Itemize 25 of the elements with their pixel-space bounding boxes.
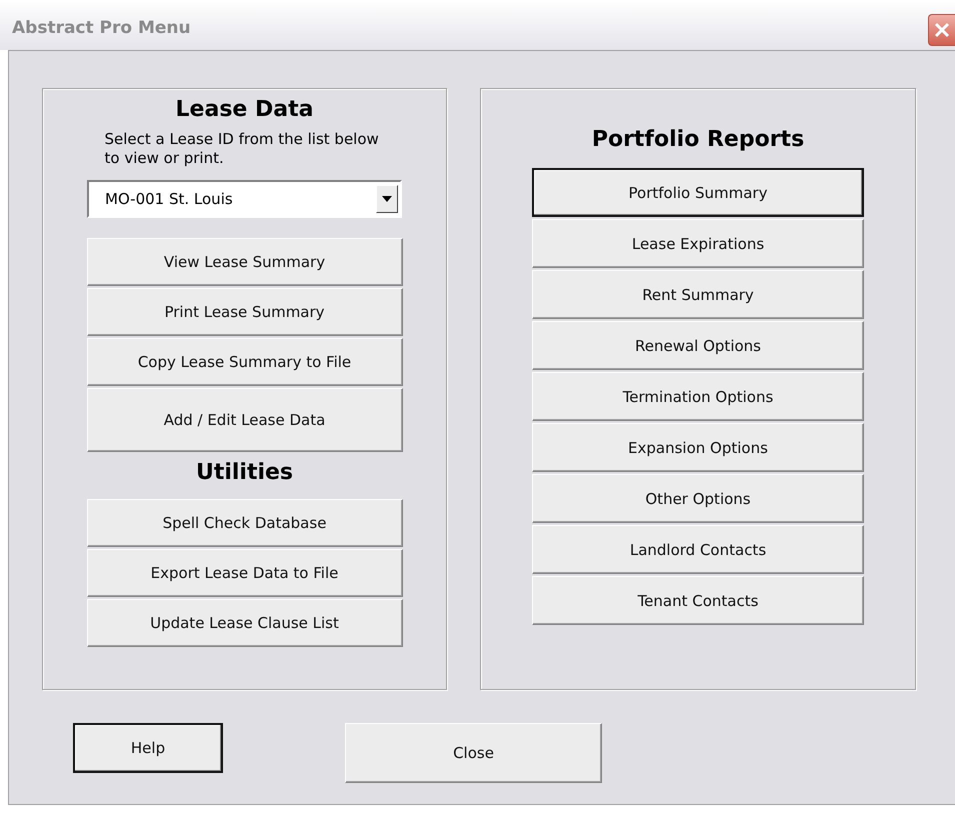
menu-button[interactable]: Expansion Options xyxy=(532,423,864,472)
window-title: Abstract Pro Menu xyxy=(12,18,191,38)
close-icon[interactable] xyxy=(928,14,955,46)
menu-button[interactable]: Close xyxy=(345,723,602,783)
section-heading: Utilities xyxy=(196,460,294,485)
menu-button[interactable]: Print Lease Summary xyxy=(86,288,402,336)
menu-button[interactable]: Rent Summary xyxy=(532,270,864,319)
section-heading: Portfolio Reports xyxy=(592,127,804,152)
menu-button[interactable]: Tenant Contacts xyxy=(532,576,864,625)
menu-button[interactable]: Add / Edit Lease Data xyxy=(86,388,402,452)
menu-button[interactable]: View Lease Summary xyxy=(86,238,402,286)
menu-button[interactable]: Portfolio Summary xyxy=(532,168,864,217)
section-heading: Lease Data xyxy=(176,97,314,122)
menu-button[interactable]: Export Lease Data to File xyxy=(86,549,402,597)
menu-button[interactable]: Update Lease Clause List xyxy=(86,599,402,647)
help-button[interactable]: Help xyxy=(73,723,223,773)
menu-button[interactable]: Copy Lease Summary to File xyxy=(86,338,402,386)
menu-button[interactable]: Spell Check Database xyxy=(86,499,402,547)
menu-button[interactable]: Renewal Options xyxy=(532,321,864,370)
menu-button[interactable]: Other Options xyxy=(532,474,864,523)
menu-button[interactable]: Termination Options xyxy=(532,372,864,421)
menu-button[interactable]: Landlord Contacts xyxy=(532,525,864,574)
instructions-text: Select a Lease ID from the list below to view or print. xyxy=(104,130,380,168)
lease-id-dropdown[interactable]: MO-001 St. Louis xyxy=(87,180,402,218)
menu-button[interactable]: Lease Expirations xyxy=(532,219,864,268)
